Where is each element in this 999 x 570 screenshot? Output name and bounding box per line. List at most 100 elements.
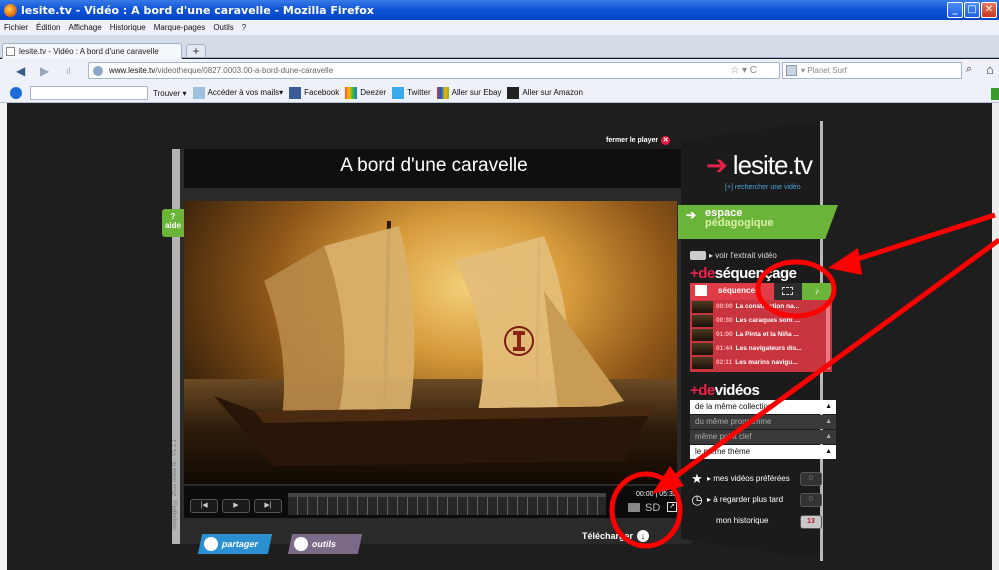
bookmark-amazon[interactable]: Aller sur Amazon <box>507 87 583 99</box>
tab-music[interactable]: ♪ <box>802 283 832 300</box>
bookmark-ebay[interactable]: Aller sur Ebay <box>436 87 501 99</box>
play-button[interactable]: ▶ <box>222 499 250 513</box>
pedagogique-label: pédagogique <box>705 217 774 229</box>
tab-label: lesite.tv - Vidéo : A bord d'une caravel… <box>19 47 159 56</box>
maximize-button[interactable]: □ <box>964 2 980 18</box>
sequence-thumbnail <box>692 329 713 341</box>
forward-arrow-icon[interactable]: ▶ <box>40 64 49 78</box>
close-player-button[interactable]: fermer le player ✕ <box>606 136 671 145</box>
new-tab-button[interactable]: + <box>186 44 206 58</box>
menu-affichage[interactable]: Affichage <box>68 23 101 32</box>
time-total: 05:32 <box>659 491 677 498</box>
bookmark-mails[interactable]: Accéder à vos mails▾ <box>192 87 283 99</box>
tab-lesite[interactable]: lesite.tv - Vidéo : A bord d'une caravel… <box>2 43 182 59</box>
help-button[interactable]: ? aide <box>162 209 184 237</box>
bookmark-trouver[interactable]: Trouver ▾ <box>153 89 187 98</box>
sequence-scrollbar[interactable] <box>826 303 830 369</box>
favorites-link[interactable]: ★ ▸ mes vidéos préférées <box>690 472 790 486</box>
close-icon: ✕ <box>661 136 671 145</box>
back-arrow-icon[interactable]: ◀ <box>16 64 25 78</box>
menu-bar: Fichier Édition Affichage Historique Mar… <box>0 20 999 35</box>
time-current: 00:00 <box>636 491 654 498</box>
same-keypoint-link[interactable]: même point clef ▲ <box>690 430 836 444</box>
search-engine-box[interactable]: ▾ Planet Surf <box>782 62 962 79</box>
sequence-item[interactable]: 00:00 La construction na... <box>690 300 826 314</box>
chevron-up-icon: ▲ <box>825 433 832 440</box>
browser-window: lesite.tv - Vidéo : A bord d'une caravel… <box>0 0 999 570</box>
download-button[interactable]: Télécharger ↓ <box>582 530 650 542</box>
same-theme-link[interactable]: le même thème ▲ <box>690 445 836 459</box>
deezer-icon <box>345 87 358 99</box>
video-frame[interactable] <box>184 201 677 484</box>
camera-icon <box>690 251 706 261</box>
bookmark-twitter[interactable]: Twitter <box>392 87 431 99</box>
star-icon[interactable]: ☆ ▾ C <box>730 65 757 76</box>
menu-outils[interactable]: Outils <box>213 23 233 32</box>
tools-label: outils <box>310 539 338 549</box>
home-icon[interactable]: ⌂ <box>986 62 994 77</box>
search-video-link[interactable]: [+] rechercher une vidéo <box>725 184 801 191</box>
fullscreen-icon[interactable]: ↗ <box>667 502 677 512</box>
sequence-item[interactable]: 01:00 La Pinta et la Niña ... <box>690 328 826 342</box>
minimize-button[interactable]: _ <box>947 2 963 18</box>
sequence-icon <box>695 285 707 296</box>
sequence-thumbnail <box>692 357 713 369</box>
next-button[interactable]: ▶| <box>254 499 282 513</box>
menu-marque-pages[interactable]: Marque-pages <box>154 23 206 32</box>
sequence-item[interactable]: 02:11 Les marins navigu... <box>690 356 826 370</box>
watch-later-link[interactable]: ◷ ▸ à regarder plus tard <box>690 493 783 507</box>
menu-historique[interactable]: Historique <box>110 23 146 32</box>
videos-title: +devidéos <box>690 382 760 399</box>
menu-edition[interactable]: Édition <box>36 23 60 32</box>
signal-icon: ıl <box>66 66 71 76</box>
bookmark-facebook[interactable]: Facebook <box>289 87 339 99</box>
videos-plus: +de <box>690 382 715 399</box>
copyright-text: copyright © 2011 lesite.tv - V1.1.1 <box>172 438 178 530</box>
previous-button[interactable]: |◀ <box>190 499 218 513</box>
site-identity-icon <box>93 66 103 76</box>
tools-button[interactable]: outils <box>287 534 363 554</box>
bookmarks-toolbar: Trouver ▾ Accéder à vos mails▾ Facebook … <box>0 83 999 103</box>
page-scrollbar[interactable] <box>992 103 999 570</box>
share-button[interactable]: partager <box>197 534 273 554</box>
subtitles-icon[interactable] <box>628 503 640 512</box>
url-bar[interactable]: www.lesite.tv/videotheque/0827.0003.00-a… <box>88 62 780 79</box>
tab-sequences[interactable]: séquences <box>690 283 774 300</box>
selection-icon <box>782 287 793 295</box>
window-title: lesite.tv - Vidéo : A bord d'une caravel… <box>21 3 374 17</box>
same-collection-link[interactable]: de la même collection ▲ <box>690 400 836 414</box>
ebay-icon <box>436 87 449 99</box>
close-window-button[interactable]: ✕ <box>981 2 997 18</box>
progress-bar[interactable] <box>288 493 606 497</box>
extract-video-link[interactable]: ▸ voir l'extrait vidéo <box>690 251 777 261</box>
search-icon[interactable]: ⌕ <box>966 63 972 76</box>
favorites-count: 0 <box>800 472 822 486</box>
sequencage-title-text: séquençage <box>714 265 797 282</box>
navigation-bar: ◀ ▶ ıl www.lesite.tv/videotheque/0827.00… <box>0 59 999 83</box>
menu-fichier[interactable]: Fichier <box>4 23 28 32</box>
quality-button[interactable]: SD <box>645 502 660 514</box>
bookmark-deezer[interactable]: Deezer <box>345 87 386 99</box>
url-path: /videotheque/0827.0003.00-a-bord-dune-ca… <box>155 66 334 75</box>
toolbar-search-input[interactable] <box>30 86 148 100</box>
download-label: Télécharger <box>582 531 634 541</box>
sequence-item[interactable]: 00:30 Les caraques sont ... <box>690 314 826 328</box>
tab-bar: lesite.tv - Vidéo : A bord d'une caravel… <box>0 35 999 59</box>
same-program-link[interactable]: du même programme ▲ <box>690 415 836 429</box>
menu-help[interactable]: ? <box>242 23 246 32</box>
music-note-icon: ♪ <box>814 286 820 296</box>
firefox-icon <box>4 3 17 17</box>
site-logo[interactable]: ➔ lesite.tv <box>706 150 813 181</box>
download-icon: ↓ <box>637 530 650 542</box>
help-question-icon: ? <box>170 212 176 221</box>
facebook-icon <box>289 87 302 99</box>
sequence-thumbnail <box>692 315 713 327</box>
tab-selection[interactable] <box>774 283 802 300</box>
chevron-up-icon: ▲ <box>825 403 832 410</box>
amazon-icon <box>507 87 520 99</box>
help-label: aide <box>164 221 181 230</box>
sequence-item[interactable]: 01:44 Les navigateurs dis... <box>690 342 826 356</box>
history-link[interactable]: mon historique <box>716 516 768 525</box>
time-display: 00:00 | 05:32 <box>636 491 677 498</box>
espace-pedagogique-button[interactable]: ➔ espace pédagogique <box>678 205 838 239</box>
